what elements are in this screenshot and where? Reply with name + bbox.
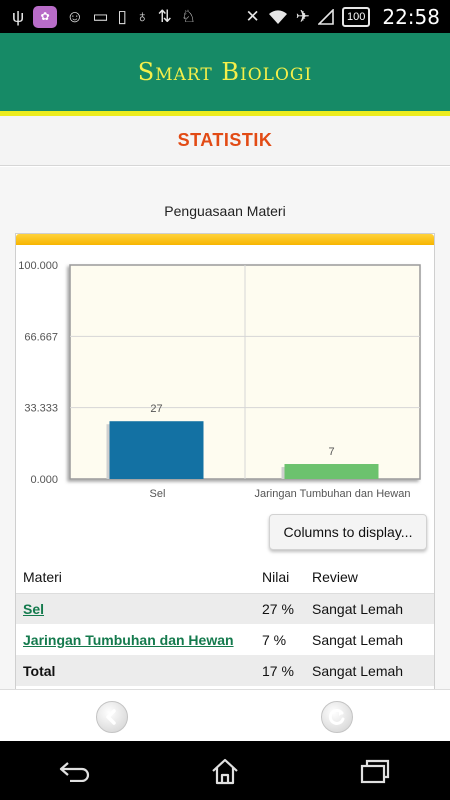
mute-icon: ✕: [245, 7, 260, 26]
page-title: STATISTIK: [177, 130, 273, 150]
status-bar: ψ ✿ ☺ ▭ ▯ ♁ ⇅ ♘ ✕ ✈ 100 22:58: [0, 0, 450, 33]
android-icon: ♘: [180, 7, 197, 26]
columns-to-display-button[interactable]: Columns to display...: [269, 514, 427, 550]
cat-icon: ☺: [66, 7, 84, 26]
airplane-icon: ✈: [295, 7, 310, 26]
battery-icon: 100: [342, 6, 371, 27]
header-nilai: Nilai: [262, 562, 312, 594]
header-materi: Materi: [16, 562, 262, 594]
status-right: ✕ ✈ 100 22:58: [246, 5, 450, 29]
materi-link-jaringan[interactable]: Jaringan Tumbuhan dan Hewan: [23, 632, 234, 648]
y-axis-ticks: 0.000 33.333 66.667 100.000: [18, 260, 58, 486]
table-row: Jaringan Tumbuhan dan Hewan 7 % Sangat L…: [16, 624, 434, 655]
nilai-cell: 7 %: [262, 631, 287, 648]
refresh-icon[interactable]: [321, 701, 353, 733]
navigation-bar: [0, 741, 450, 800]
bottom-action-bar: [0, 689, 450, 741]
home-icon[interactable]: [195, 751, 255, 791]
y-tick-label: 33.333: [24, 403, 58, 415]
bar: [284, 464, 379, 479]
bar-chart: 0.000 33.333 66.667 100.000 27 7 Sel Jaringan…: [18, 260, 421, 500]
total-label: Total: [16, 655, 262, 686]
bar: [109, 421, 204, 479]
statistics-table: Materi Nilai Review Sel 27 % Sangat Lema…: [16, 562, 434, 686]
y-tick-label: 0.000: [30, 474, 58, 486]
signal-icon: [318, 8, 334, 25]
back-arrow-icon[interactable]: [96, 701, 128, 733]
page-header: STATISTIK: [0, 116, 450, 166]
x-tick-label: Sel: [150, 488, 166, 500]
status-left: ψ ✿ ☺ ▭ ▯ ♁ ⇅ ♘: [0, 5, 197, 28]
usb-icon: ψ: [12, 7, 25, 26]
table-header-row: Materi Nilai Review: [16, 562, 434, 594]
bulb-icon: ♁: [135, 7, 149, 26]
nilai-cell: 27 %: [262, 593, 312, 624]
y-tick-label: 100.000: [18, 260, 58, 272]
wifi-icon: [268, 9, 287, 24]
x-tick-label: Jaringan Tumbuhan dan Hewan: [255, 488, 411, 500]
x-axis-ticks: Sel Jaringan Tumbuhan dan Hewan: [150, 488, 411, 500]
review-cell: Sangat Lemah: [312, 631, 404, 648]
clock: 22:58: [382, 4, 440, 29]
total-nilai: 17 %: [262, 655, 312, 686]
recents-icon[interactable]: [345, 751, 405, 791]
data-icon: ⇅: [157, 7, 172, 26]
chart-title: Penguasaan Materi: [164, 203, 286, 219]
review-cell: Sangat Lemah: [312, 593, 434, 624]
materi-link-sel[interactable]: Sel: [23, 601, 44, 617]
app-title: Smart Biologi: [137, 58, 313, 86]
bar-data-label: 27: [150, 403, 162, 415]
app-icon: ✿: [33, 5, 58, 28]
panel-topbar: [16, 234, 434, 245]
bar-data-label: 7: [328, 446, 334, 458]
total-review: Sangat Lemah: [312, 655, 434, 686]
table-row: Sel 27 % Sangat Lemah: [16, 593, 434, 624]
header-review: Review: [312, 562, 434, 594]
back-icon[interactable]: [45, 751, 105, 791]
app-bar: Smart Biologi: [0, 33, 450, 111]
storage-icon: ▭: [92, 7, 109, 26]
table-total-row: Total 17 % Sangat Lemah: [16, 655, 434, 686]
chart-panel: 0.000 33.333 66.667 100.000 27 7 Sel Jaringan…: [15, 233, 435, 689]
phone-icon: ▯: [117, 7, 127, 26]
content-area[interactable]: Penguasaan Materi 0.000 33.333 66.667 100.0…: [0, 167, 450, 689]
y-tick-label: 66.667: [24, 331, 58, 343]
